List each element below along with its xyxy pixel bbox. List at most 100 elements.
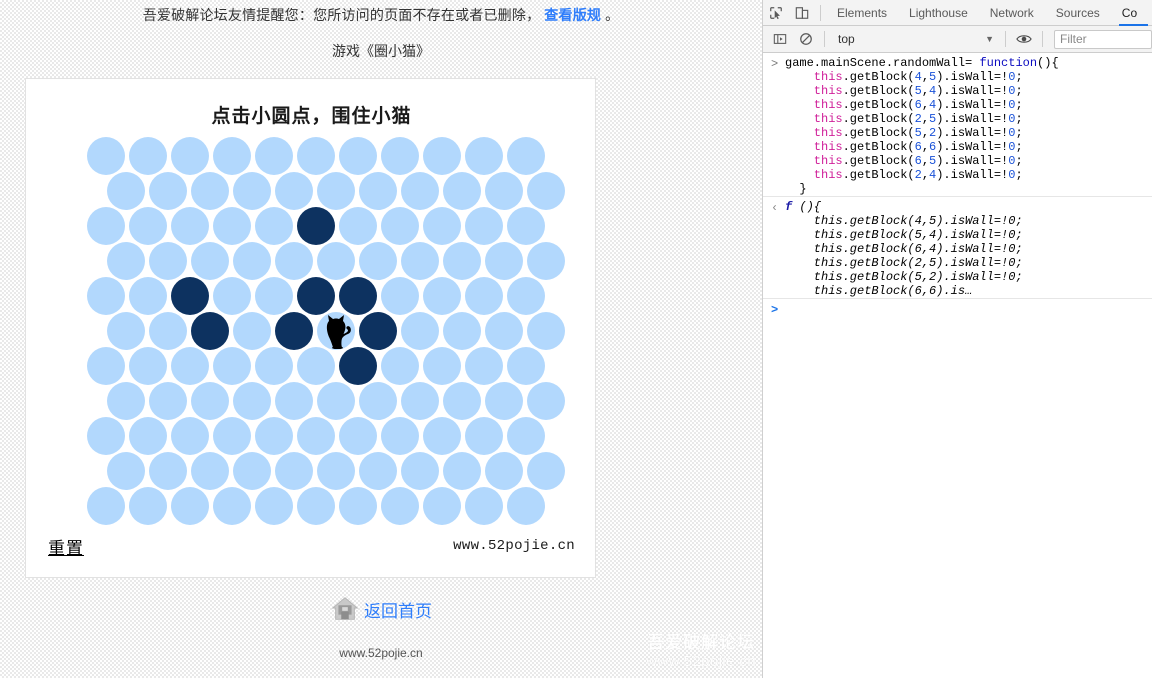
board-cell[interactable] (443, 312, 481, 350)
board-cell[interactable] (507, 207, 545, 245)
board-cell[interactable] (507, 137, 545, 175)
board-cell[interactable] (87, 207, 125, 245)
board-cell[interactable] (255, 137, 293, 175)
execution-context-selector[interactable]: top ▼ (830, 32, 1000, 46)
board-cell[interactable] (465, 137, 503, 175)
board-cell[interactable] (359, 452, 397, 490)
board-cell[interactable] (423, 277, 461, 315)
board-cell[interactable] (297, 347, 335, 385)
tab-elements[interactable]: Elements (826, 0, 898, 26)
board-cell[interactable] (149, 312, 187, 350)
board-cell[interactable] (359, 172, 397, 210)
board-cell[interactable] (381, 487, 419, 525)
board-cell[interactable] (401, 242, 439, 280)
board-cell[interactable] (423, 207, 461, 245)
board-cell[interactable] (107, 242, 145, 280)
board-cell[interactable] (381, 207, 419, 245)
board-cell[interactable] (381, 347, 419, 385)
board-cell[interactable] (129, 487, 167, 525)
board-cell[interactable] (233, 382, 271, 420)
board-cell[interactable] (465, 207, 503, 245)
board-cell[interactable] (191, 242, 229, 280)
board-cell[interactable] (129, 417, 167, 455)
board-cell[interactable] (401, 172, 439, 210)
board-cell[interactable] (359, 382, 397, 420)
board-cell[interactable] (233, 452, 271, 490)
console-prompt-row[interactable]: > (763, 299, 1152, 319)
board-cell[interactable] (233, 172, 271, 210)
board-cell[interactable] (423, 417, 461, 455)
board-cell[interactable] (527, 382, 565, 420)
board-cell[interactable] (297, 417, 335, 455)
board-cell[interactable] (129, 347, 167, 385)
board-cell[interactable] (191, 382, 229, 420)
board-cell[interactable] (255, 277, 293, 315)
board-cell[interactable] (443, 382, 481, 420)
board-cell[interactable] (317, 452, 355, 490)
board-cell[interactable] (275, 242, 313, 280)
board-cell[interactable] (191, 172, 229, 210)
board-cell[interactable] (527, 452, 565, 490)
board-cell[interactable] (339, 417, 377, 455)
board-cell[interactable] (233, 312, 271, 350)
board-cell-wall[interactable] (359, 312, 397, 350)
board-cell[interactable] (339, 137, 377, 175)
board-cell[interactable] (255, 207, 293, 245)
board-cell[interactable] (255, 417, 293, 455)
board-cell[interactable] (443, 242, 481, 280)
live-expression-eye-icon[interactable] (1011, 27, 1037, 51)
tab-network[interactable]: Network (979, 0, 1045, 26)
board-cell[interactable] (401, 312, 439, 350)
back-to-home-link[interactable]: 返回首页 (364, 597, 432, 622)
board-cell[interactable] (507, 347, 545, 385)
board-cell[interactable] (171, 207, 209, 245)
board-cell[interactable] (213, 347, 251, 385)
board-cell[interactable] (149, 382, 187, 420)
reset-button[interactable]: 重置 (48, 534, 84, 559)
board-cell[interactable] (317, 312, 355, 350)
board-cell[interactable] (401, 382, 439, 420)
board-cell[interactable] (485, 382, 523, 420)
board-cell[interactable] (255, 347, 293, 385)
board-cell-wall[interactable] (339, 347, 377, 385)
board-cell[interactable] (317, 172, 355, 210)
board-cell[interactable] (423, 347, 461, 385)
board-cell[interactable] (485, 452, 523, 490)
board-cell[interactable] (213, 277, 251, 315)
board-cell[interactable] (317, 382, 355, 420)
board-cell[interactable] (233, 242, 271, 280)
board-cell[interactable] (465, 487, 503, 525)
board-cell[interactable] (213, 487, 251, 525)
board-cell[interactable] (381, 277, 419, 315)
board-cell[interactable] (275, 382, 313, 420)
inspect-element-icon[interactable] (763, 1, 789, 25)
board-cell[interactable] (381, 137, 419, 175)
board-cell[interactable] (339, 207, 377, 245)
board-cell[interactable] (129, 207, 167, 245)
board-cell-wall[interactable] (297, 207, 335, 245)
board-cell[interactable] (171, 417, 209, 455)
board-cell[interactable] (527, 172, 565, 210)
board-cell-wall[interactable] (275, 312, 313, 350)
board-cell[interactable] (149, 172, 187, 210)
board-cell[interactable] (213, 207, 251, 245)
board-cell[interactable] (87, 347, 125, 385)
tab-console[interactable]: Co (1111, 0, 1149, 26)
tab-sources[interactable]: Sources (1045, 0, 1111, 26)
board-cell[interactable] (297, 137, 335, 175)
board-cell-wall[interactable] (297, 277, 335, 315)
board-cell[interactable] (401, 452, 439, 490)
board-cell[interactable] (443, 172, 481, 210)
board-cell[interactable] (87, 417, 125, 455)
board-cell[interactable] (339, 487, 377, 525)
board-cell[interactable] (507, 487, 545, 525)
board-cell[interactable] (485, 172, 523, 210)
board-cell[interactable] (275, 452, 313, 490)
console-input-entry[interactable]: > game.mainScene.randomWall= function(){… (763, 53, 1152, 197)
board-cell[interactable] (171, 347, 209, 385)
board-cell[interactable] (213, 417, 251, 455)
board-cell[interactable] (171, 487, 209, 525)
board-cell-wall[interactable] (191, 312, 229, 350)
board-cell[interactable] (485, 312, 523, 350)
board-cell[interactable] (149, 242, 187, 280)
